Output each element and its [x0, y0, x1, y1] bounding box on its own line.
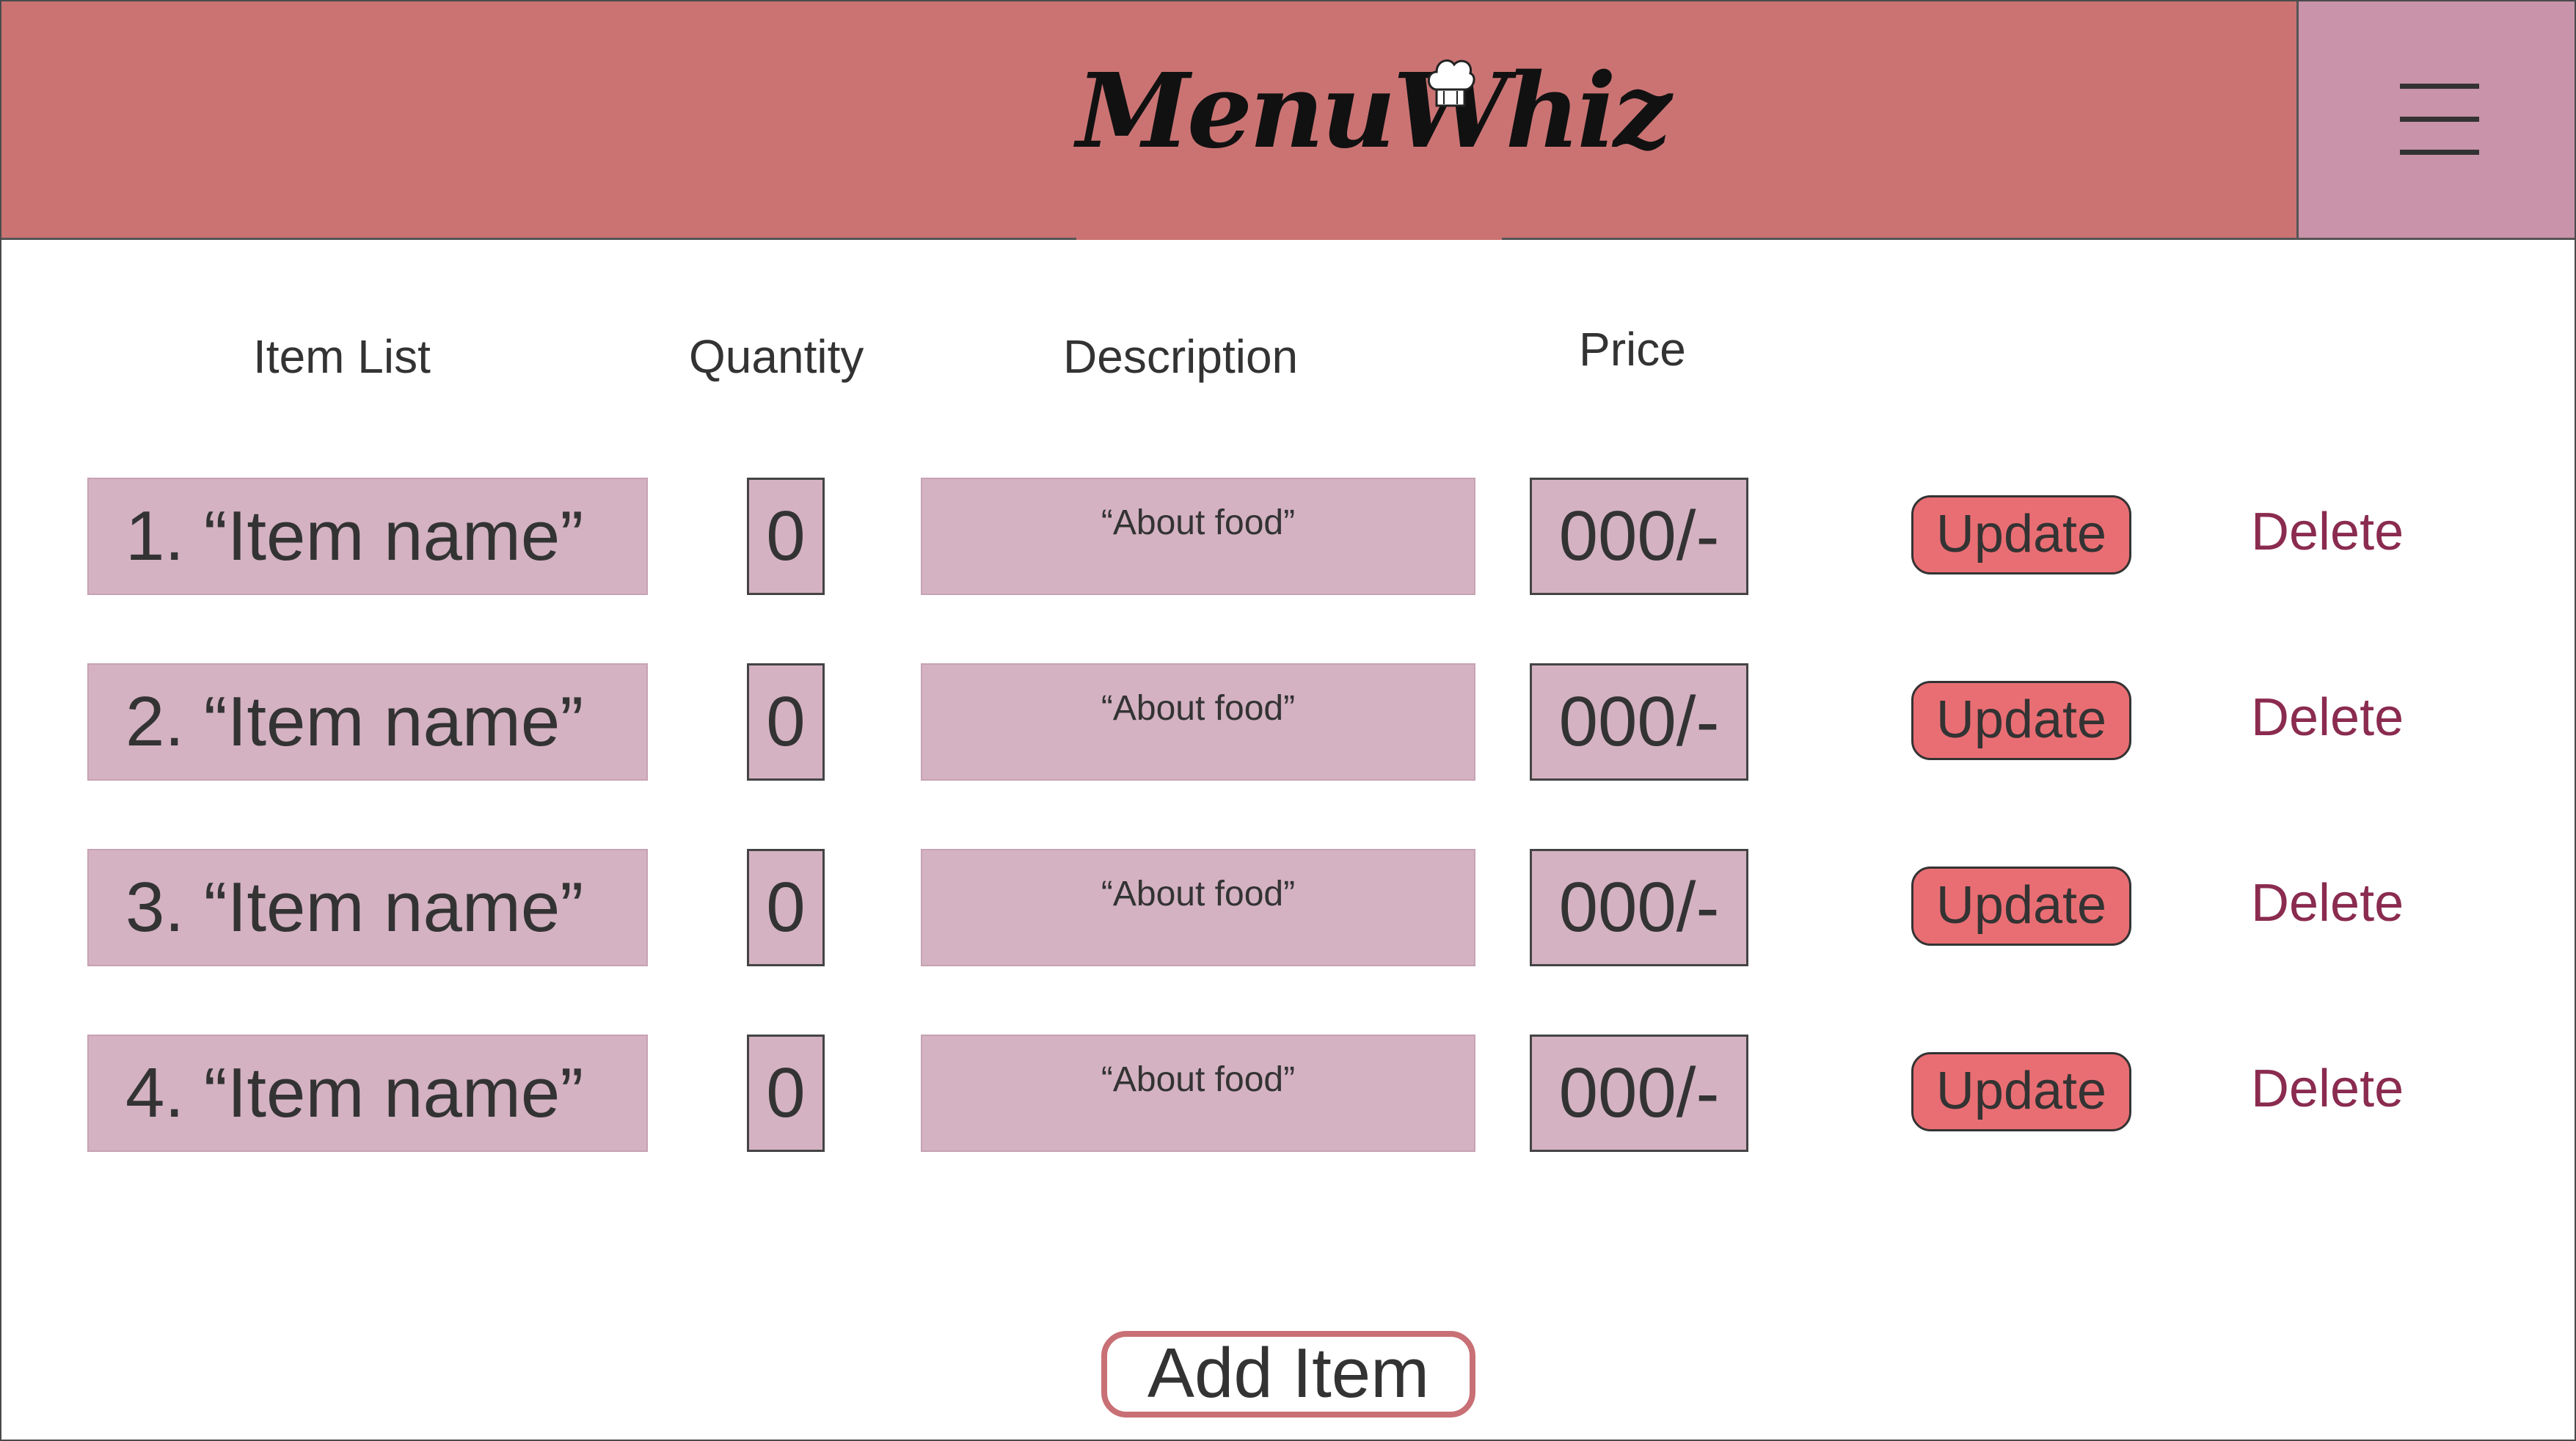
- column-header-description: Description: [1063, 330, 1299, 383]
- delete-link[interactable]: Delete: [2251, 495, 2404, 569]
- table-row: 2. “Item name” 0 “About food” 000/- Upda…: [1, 663, 2575, 784]
- item-name-field[interactable]: 1. “Item name”: [87, 478, 648, 595]
- price-field[interactable]: 000/-: [1530, 663, 1748, 781]
- delete-link[interactable]: Delete: [2251, 1052, 2404, 1126]
- item-name-field[interactable]: 3. “Item name”: [87, 849, 648, 966]
- description-field[interactable]: “About food”: [921, 849, 1475, 966]
- hamburger-icon[interactable]: [2400, 84, 2479, 157]
- delete-link[interactable]: Delete: [2251, 681, 2404, 754]
- item-name-field[interactable]: 2. “Item name”: [87, 663, 648, 781]
- description-field[interactable]: “About food”: [921, 478, 1475, 595]
- quantity-field[interactable]: 0: [747, 1035, 825, 1152]
- column-header-item-list: Item List: [253, 330, 431, 383]
- app-frame: MenuWhiz Item List Quantity Description …: [0, 0, 2576, 1441]
- add-item-button[interactable]: Add Item: [1101, 1331, 1475, 1418]
- chef-hat-icon: [1427, 59, 1475, 107]
- logo: MenuWhiz: [1076, 1, 1671, 240]
- column-header-price: Price: [1579, 323, 1686, 376]
- table-row: 1. “Item name” 0 “About food” 000/- Upda…: [1, 478, 2575, 599]
- price-field[interactable]: 000/-: [1530, 849, 1748, 966]
- delete-link[interactable]: Delete: [2251, 867, 2404, 940]
- update-button[interactable]: Update: [1911, 681, 2131, 760]
- quantity-field[interactable]: 0: [747, 663, 825, 781]
- description-field[interactable]: “About food”: [921, 663, 1475, 781]
- update-button[interactable]: Update: [1911, 867, 2131, 946]
- update-button[interactable]: Update: [1911, 495, 2131, 574]
- price-field[interactable]: 000/-: [1530, 478, 1748, 595]
- item-name-field[interactable]: 4. “Item name”: [87, 1035, 648, 1152]
- quantity-field[interactable]: 0: [747, 849, 825, 966]
- price-field[interactable]: 000/-: [1530, 1035, 1748, 1152]
- column-header-quantity: Quantity: [689, 330, 864, 383]
- update-button[interactable]: Update: [1911, 1052, 2131, 1131]
- table-row: 4. “Item name” 0 “About food” 000/- Upda…: [1, 1035, 2575, 1156]
- table-row: 3. “Item name” 0 “About food” 000/- Upda…: [1, 849, 2575, 970]
- quantity-field[interactable]: 0: [747, 478, 825, 595]
- menu-panel: [2296, 1, 2575, 240]
- description-field[interactable]: “About food”: [921, 1035, 1475, 1152]
